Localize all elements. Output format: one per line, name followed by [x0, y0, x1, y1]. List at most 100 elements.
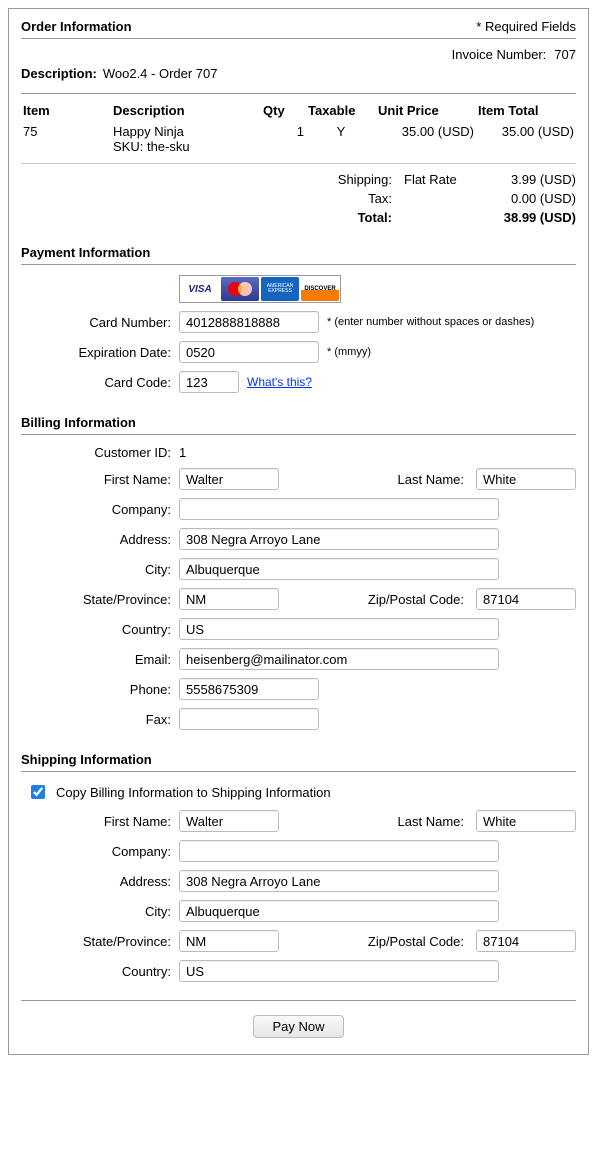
expiration-hint: * (mmyy) — [327, 346, 371, 358]
cell-total: 35.00 (USD) — [476, 121, 576, 157]
invoice-number-value: 707 — [554, 47, 576, 62]
billing-first-name-input[interactable] — [179, 468, 279, 490]
expiration-input[interactable] — [179, 341, 319, 363]
billing-fax-label: Fax: — [21, 712, 171, 727]
shipping-state-label: State/Province: — [21, 934, 171, 949]
shipping-label: Shipping: — [322, 172, 392, 187]
shipping-country-label: Country: — [21, 964, 171, 979]
billing-country-label: Country: — [21, 622, 171, 637]
card-code-label: Card Code: — [21, 375, 171, 390]
total-label: Total: — [322, 210, 392, 225]
shipping-company-label: Company: — [21, 844, 171, 859]
card-code-input[interactable] — [179, 371, 239, 393]
copy-billing-checkbox[interactable] — [31, 785, 45, 799]
billing-email-input[interactable] — [179, 648, 499, 670]
divider — [21, 93, 576, 94]
divider — [21, 771, 576, 772]
payment-info-title: Payment Information — [21, 245, 576, 260]
shipping-first-name-label: First Name: — [21, 814, 171, 829]
table-row: 75 Happy Ninja SKU: the-sku 1 Y 35.00 (U… — [21, 121, 576, 157]
table-header-row: Item Description Qty Taxable Unit Price … — [21, 100, 576, 121]
order-form: Order Information * Required Fields Invo… — [8, 8, 589, 1055]
billing-email-label: Email: — [21, 652, 171, 667]
shipping-last-name-input[interactable] — [476, 810, 576, 832]
shipping-zip-input[interactable] — [476, 930, 576, 952]
expiration-label: Expiration Date: — [21, 345, 171, 360]
billing-phone-label: Phone: — [21, 682, 171, 697]
cell-desc: Happy Ninja SKU: the-sku — [111, 121, 261, 157]
required-fields-note: * Required Fields — [476, 19, 576, 34]
shipping-amount: 3.99 (USD) — [486, 172, 576, 187]
col-total: Item Total — [476, 100, 576, 121]
tax-mid — [404, 191, 474, 206]
shipping-city-label: City: — [21, 904, 171, 919]
billing-address-label: Address: — [21, 532, 171, 547]
customer-id-value: 1 — [179, 445, 186, 460]
cell-item: 75 — [21, 121, 111, 157]
amex-icon: AMERICANEXPRESS — [261, 277, 299, 301]
billing-company-input[interactable] — [179, 498, 499, 520]
order-info-title: Order Information — [21, 19, 132, 34]
mastercard-icon — [221, 277, 259, 301]
whats-this-link[interactable]: What's this? — [247, 375, 312, 389]
billing-state-input[interactable] — [179, 588, 279, 610]
totals: Shipping: Flat Rate 3.99 (USD) Tax: 0.00… — [21, 170, 576, 227]
pay-now-button[interactable]: Pay Now — [253, 1015, 343, 1038]
cell-tax: Y — [306, 121, 376, 157]
billing-zip-input[interactable] — [476, 588, 576, 610]
shipping-country-input[interactable] — [179, 960, 499, 982]
shipping-first-name-input[interactable] — [179, 810, 279, 832]
billing-last-name-input[interactable] — [476, 468, 576, 490]
tax-amount: 0.00 (USD) — [486, 191, 576, 206]
discover-icon: DISCOVER — [301, 277, 339, 301]
shipping-address-label: Address: — [21, 874, 171, 889]
shipping-info-title: Shipping Information — [21, 752, 576, 767]
shipping-company-input[interactable] — [179, 840, 499, 862]
billing-country-input[interactable] — [179, 618, 499, 640]
billing-phone-input[interactable] — [179, 678, 319, 700]
divider — [21, 264, 576, 265]
shipping-address-input[interactable] — [179, 870, 499, 892]
card-brand-icons: VISA AMERICANEXPRESS DISCOVER — [179, 275, 341, 303]
total-amount: 38.99 (USD) — [486, 210, 576, 225]
divider — [21, 163, 576, 164]
col-tax: Taxable — [306, 100, 376, 121]
shipping-zip-label: Zip/Postal Code: — [368, 934, 468, 949]
billing-company-label: Company: — [21, 502, 171, 517]
col-qty: Qty — [261, 100, 306, 121]
billing-state-label: State/Province: — [21, 592, 171, 607]
cell-desc-sku: SKU: the-sku — [113, 139, 259, 154]
shipping-state-input[interactable] — [179, 930, 279, 952]
copy-billing-label: Copy Billing Information to Shipping Inf… — [56, 785, 331, 800]
visa-icon: VISA — [181, 277, 219, 301]
description-label: Description: — [21, 66, 97, 81]
billing-address-input[interactable] — [179, 528, 499, 550]
card-number-hint: * (enter number without spaces or dashes… — [327, 316, 534, 328]
invoice-number-label: Invoice Number: — [452, 47, 547, 62]
tax-label: Tax: — [322, 191, 392, 206]
divider — [21, 1000, 576, 1001]
card-number-input[interactable] — [179, 311, 319, 333]
shipping-method: Flat Rate — [404, 172, 474, 187]
items-table: Item Description Qty Taxable Unit Price … — [21, 100, 576, 157]
billing-info-title: Billing Information — [21, 415, 576, 430]
divider — [21, 434, 576, 435]
billing-fax-input[interactable] — [179, 708, 319, 730]
cell-desc-name: Happy Ninja — [113, 124, 259, 139]
customer-id-label: Customer ID: — [21, 445, 171, 460]
billing-city-label: City: — [21, 562, 171, 577]
billing-city-input[interactable] — [179, 558, 499, 580]
shipping-city-input[interactable] — [179, 900, 499, 922]
cell-qty: 1 — [261, 121, 306, 157]
billing-first-name-label: First Name: — [21, 472, 171, 487]
divider — [21, 38, 576, 39]
billing-last-name-label: Last Name: — [398, 472, 468, 487]
description-value: Woo2.4 - Order 707 — [103, 66, 218, 81]
col-item: Item — [21, 100, 111, 121]
col-desc: Description — [111, 100, 261, 121]
total-mid — [404, 210, 474, 225]
cell-unit: 35.00 (USD) — [376, 121, 476, 157]
shipping-last-name-label: Last Name: — [398, 814, 468, 829]
col-unit: Unit Price — [376, 100, 476, 121]
card-number-label: Card Number: — [21, 315, 171, 330]
